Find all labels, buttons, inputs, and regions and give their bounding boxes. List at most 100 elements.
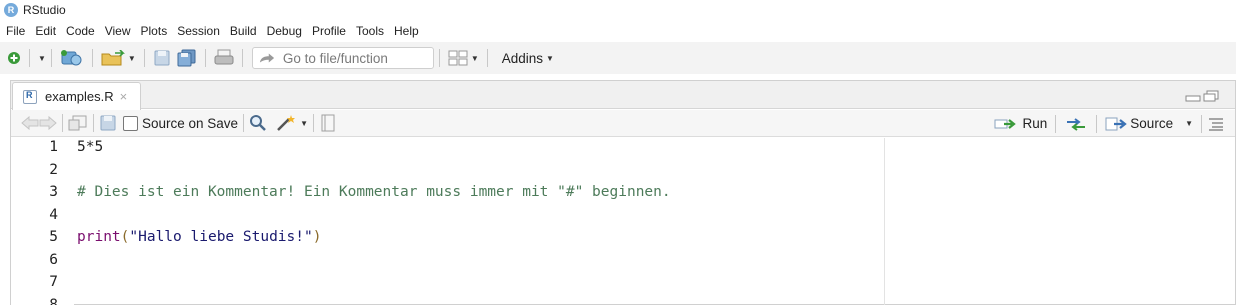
checkbox-box[interactable] [123, 115, 138, 131]
source-on-save-label: Source on Save [142, 115, 239, 131]
open-file-button[interactable]: ▼ [98, 46, 139, 70]
toolbar-separator [243, 114, 245, 132]
editor-tab-bar: examples.R × [11, 81, 1235, 110]
chevron-down-icon: ▼ [546, 53, 554, 63]
save-button[interactable] [150, 46, 174, 70]
rerun-button[interactable] [1061, 112, 1091, 136]
r-file-icon [23, 89, 37, 104]
new-project-button[interactable] [57, 46, 87, 70]
rstudio-logo-icon: R [4, 2, 18, 17]
line-number: 2 [49, 162, 58, 178]
goto-file-input[interactable] [282, 50, 433, 66]
chevron-down-icon: ▼ [470, 53, 479, 63]
source-label: Source [1130, 116, 1174, 131]
back-arrow-icon[interactable] [21, 116, 39, 130]
toolbar-separator [143, 49, 145, 67]
toolbar-separator [91, 49, 93, 67]
document-outline-icon[interactable] [1207, 117, 1225, 131]
title-bar: R RStudio [0, 0, 1236, 19]
menu-code[interactable]: Code [66, 24, 95, 38]
toolbar-separator [438, 49, 440, 67]
pane-layout-button[interactable]: ▼ [445, 46, 482, 70]
chevron-down-icon[interactable]: ▼ [300, 119, 308, 128]
tab-label: examples.R [45, 89, 114, 104]
show-in-window-icon[interactable] [68, 115, 88, 131]
line-number: 7 [49, 274, 58, 290]
menu-debug[interactable]: Debug [267, 24, 302, 38]
line-number-gutter: 1 2 3 4 5 6 7 8 [11, 138, 74, 305]
print-icon [214, 49, 234, 65]
code-editor[interactable]: 1 2 3 4 5 6 7 8 5*5 # Dies ist ein Komme… [11, 138, 1235, 305]
chevron-down-icon: ▼ [127, 53, 136, 63]
print-button[interactable] [211, 46, 237, 70]
menu-build[interactable]: Build [230, 24, 257, 38]
toolbar-separator [1055, 114, 1057, 133]
line-number: 6 [49, 252, 58, 268]
editor-right-tools: Run Source ▼ [991, 110, 1235, 137]
run-arrow-icon [994, 118, 1016, 129]
run-label: Run [1022, 116, 1048, 131]
toolbar-separator [241, 49, 243, 67]
source-icon [1105, 117, 1128, 130]
new-file-icon [8, 52, 20, 64]
goto-file-box[interactable] [251, 47, 434, 69]
menu-tools[interactable]: Tools [356, 24, 384, 38]
toolbar-separator [486, 49, 488, 67]
save-icon [154, 50, 170, 66]
save-icon[interactable] [99, 114, 117, 132]
paren-token: ) [312, 229, 322, 245]
main-toolbar: ▼ ▼ ▼ Addins ▼ [0, 42, 1236, 74]
toolbar-separator [93, 114, 94, 132]
new-project-icon [60, 50, 82, 66]
addins-button[interactable]: Addins ▼ [493, 46, 557, 70]
magic-wand-icon[interactable] [275, 114, 297, 132]
window-title: RStudio [23, 2, 66, 17]
chevron-down-icon[interactable]: ▼ [38, 54, 46, 63]
addins-label: Addins [501, 50, 544, 66]
save-all-icon [177, 49, 196, 67]
editor-toolbar: Source on Save ▼ Run Source ▼ [11, 110, 1235, 137]
code-line-1: 5*5 [77, 139, 104, 155]
compile-report-icon[interactable] [319, 114, 337, 132]
tab-examples-r[interactable]: examples.R × [12, 82, 141, 110]
menu-bar: File Edit Code View Plots Session Build … [0, 20, 1236, 42]
menu-edit[interactable]: Edit [35, 24, 56, 38]
menu-file[interactable]: File [6, 24, 25, 38]
string-token: "Hallo liebe Studis!" [129, 229, 313, 245]
function-token: print [77, 229, 121, 245]
menu-help[interactable]: Help [394, 24, 419, 38]
line-number: 1 [49, 139, 58, 155]
forward-arrow-icon[interactable] [39, 116, 57, 130]
menu-plots[interactable]: Plots [141, 24, 168, 38]
code-line-5: print("Hallo liebe Studis!") [77, 229, 321, 245]
search-icon[interactable] [249, 114, 267, 132]
toolbar-separator [29, 49, 30, 67]
chevron-down-icon[interactable]: ▼ [1185, 119, 1193, 128]
save-all-button[interactable] [174, 46, 200, 70]
rerun-icon [1067, 117, 1086, 131]
arrow-forward-icon [259, 53, 274, 63]
line-number: 5 [49, 229, 58, 245]
toolbar-separator [1096, 114, 1098, 133]
line-number: 8 [49, 297, 58, 305]
menu-session[interactable]: Session [177, 24, 220, 38]
source-button[interactable]: Source ▼ [1102, 112, 1196, 136]
close-icon[interactable]: × [120, 89, 128, 104]
toolbar-separator [50, 49, 52, 67]
toolbar-separator [62, 114, 63, 132]
source-on-save-checkbox[interactable]: Source on Save [123, 115, 239, 131]
menu-view[interactable]: View [105, 24, 131, 38]
code-line-3-comment: # Dies ist ein Kommentar! Ein Kommentar … [77, 184, 671, 200]
maximize-pane-icon[interactable] [1203, 90, 1219, 102]
toolbar-separator [204, 49, 206, 67]
minimize-pane-icon[interactable] [1185, 90, 1201, 102]
line-number: 3 [49, 184, 58, 200]
print-margin-line [884, 138, 885, 305]
run-button[interactable]: Run [991, 112, 1051, 136]
source-pane: examples.R × Source on Save ▼ Run [10, 80, 1236, 305]
menu-profile[interactable]: Profile [312, 24, 346, 38]
toolbar-separator [312, 114, 314, 132]
new-file-button[interactable] [4, 46, 24, 70]
line-number: 4 [49, 207, 58, 223]
grid-layout-icon [448, 50, 468, 66]
